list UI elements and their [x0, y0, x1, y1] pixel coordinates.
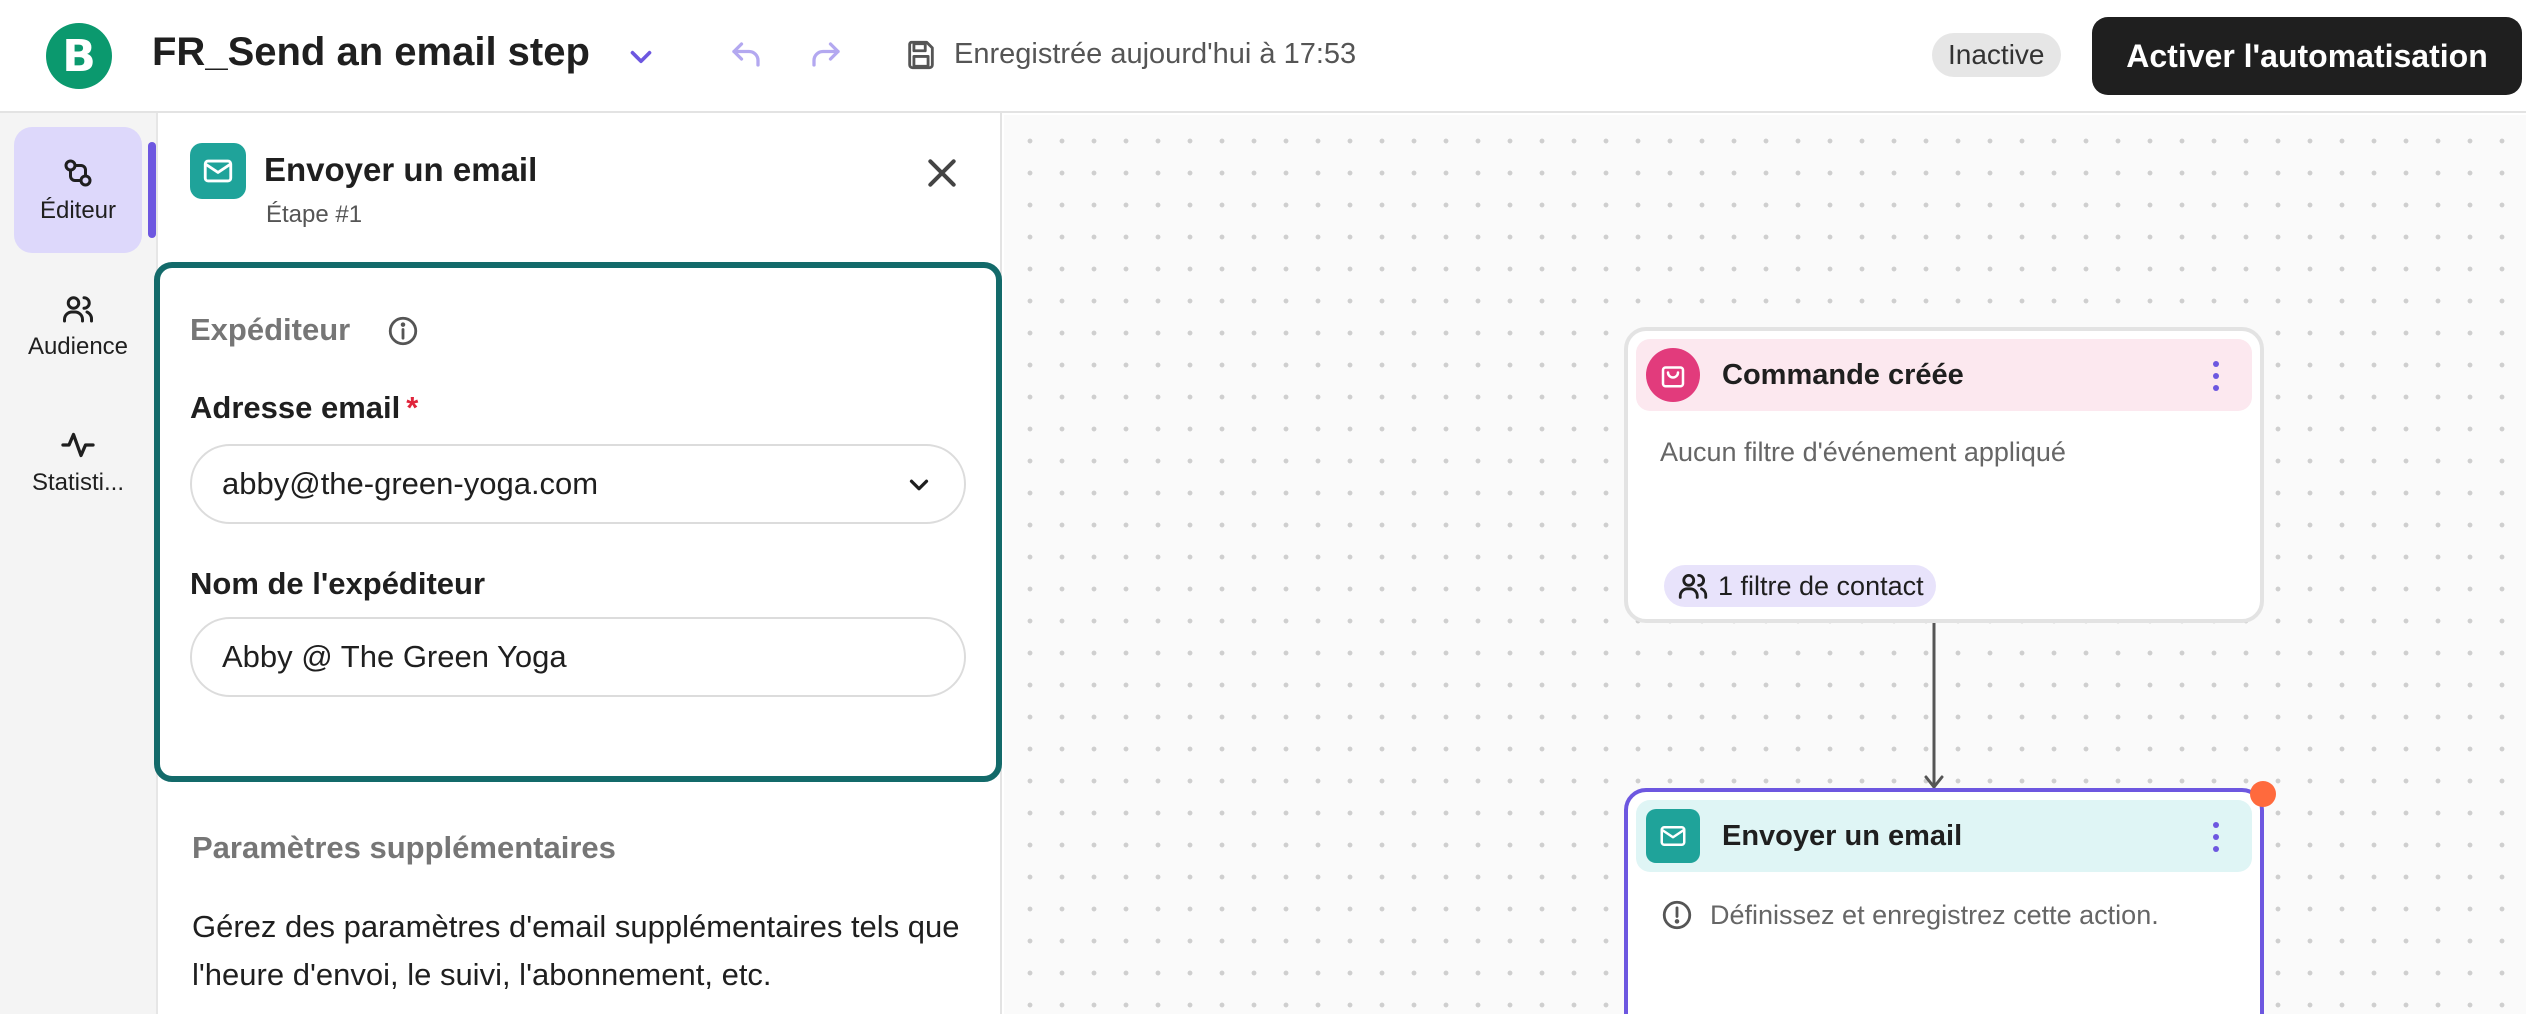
close-icon[interactable] [922, 153, 962, 193]
undo-icon[interactable] [728, 38, 764, 74]
email-step-icon [190, 143, 246, 199]
shopping-bag-icon [1646, 348, 1700, 402]
email-address-value: abby@the-green-yoga.com [222, 466, 599, 501]
email-node-header: Envoyer un email [1636, 800, 2252, 872]
rail-item-editor[interactable]: Éditeur [14, 127, 142, 253]
trigger-node-title: Commande créée [1722, 358, 1964, 391]
trigger-node-description: Aucun filtre d'événement appliqué [1660, 437, 2066, 467]
alert-circle-icon [1662, 900, 1692, 930]
brevo-logo[interactable]: B [46, 23, 112, 89]
extra-settings-heading[interactable]: Paramètres supplémentaires [192, 830, 616, 866]
contact-filter-label: 1 filtre de contact [1718, 570, 1924, 601]
email-node-warning-text: Définissez et enregistrez cette action. [1710, 899, 2159, 930]
sender-section: Expéditeur Adresse email * abby@the-green… [154, 262, 1002, 782]
rail-item-audience[interactable]: Audience [14, 263, 142, 389]
email-icon [1646, 809, 1700, 863]
email-action-node[interactable]: Envoyer un email Définissez et enregistr… [1624, 788, 2264, 1014]
email-node-warning: Définissez et enregistrez cette action. [1660, 898, 2159, 932]
sender-name-label: Nom de l'expéditeur [190, 566, 486, 601]
left-rail: Éditeur Audience Statisti... [0, 113, 158, 1014]
email-node-title: Envoyer un email [1722, 819, 1963, 852]
info-icon[interactable] [386, 314, 420, 348]
connector-arrow [1924, 623, 1944, 789]
activity-icon [61, 432, 95, 458]
save-icon [908, 40, 934, 70]
notification-dot [2250, 781, 2276, 807]
email-address-select[interactable]: abby@the-green-yoga.com [190, 444, 966, 524]
sender-heading: Expéditeur [190, 312, 351, 347]
status-badge: Inactive [1932, 33, 2061, 77]
rail-item-label: Audience [27, 333, 129, 360]
editor-icon [64, 159, 92, 187]
redo-icon[interactable] [808, 38, 844, 74]
email-address-label-text: Adresse email [190, 390, 401, 425]
trigger-node-header: Commande créée [1636, 339, 2252, 411]
extra-settings-description: Gérez des paramètres d'email supplémenta… [192, 909, 960, 992]
chevron-down-icon[interactable] [624, 40, 658, 74]
workflow-canvas[interactable]: Commande créée Aucun filtre d'événement … [1004, 115, 2526, 1014]
chevron-down-icon [909, 479, 929, 491]
more-vertical-icon[interactable] [2210, 820, 2222, 854]
contact-filter-badge[interactable]: 1 filtre de contact [1664, 565, 1936, 607]
sender-name-input[interactable]: Abby @ The Green Yoga [190, 617, 966, 697]
email-address-label: Adresse email * [190, 390, 418, 426]
panel-title: Envoyer un email [264, 151, 538, 188]
more-vertical-icon[interactable] [2210, 359, 2222, 393]
save-status: Enregistrée aujourd'hui à 17:53 [954, 38, 1357, 70]
required-marker: * [406, 390, 419, 425]
rail-item-statistics[interactable]: Statisti... [14, 399, 142, 525]
trigger-node[interactable]: Commande créée Aucun filtre d'événement … [1624, 327, 2264, 623]
activate-automation-button[interactable]: Activer l'automatisation [2092, 17, 2522, 95]
rail-item-label: Statisti... [31, 469, 125, 496]
users-icon [63, 296, 93, 323]
top-bar: B FR_Send an email step Enregistrée aujo… [0, 0, 2526, 113]
users-icon [1678, 573, 1708, 599]
panel-subtitle: Étape #1 [266, 201, 363, 228]
rail-item-label: Éditeur [39, 197, 117, 224]
rail-active-indicator [148, 142, 156, 238]
automation-title[interactable]: FR_Send an email step [152, 30, 590, 75]
